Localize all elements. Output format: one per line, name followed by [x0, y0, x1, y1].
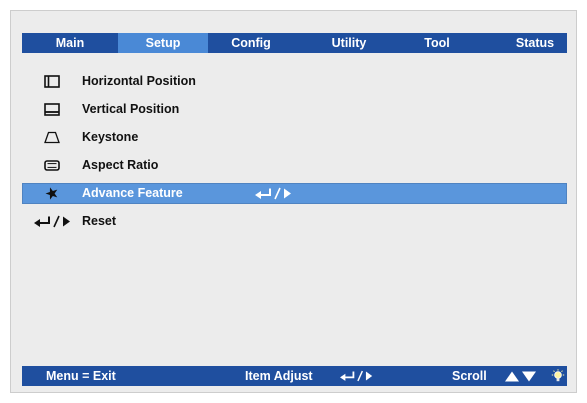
menu-item-aspect-ratio[interactable]: Aspect Ratio: [22, 155, 567, 176]
menu-item-label: Reset: [82, 214, 117, 228]
menu-item-keystone[interactable]: Keystone: [22, 127, 567, 148]
enter-right-icon: [340, 370, 374, 382]
osd-menu-panel: Main Setup Config Utility Tool Status Ho…: [10, 10, 577, 393]
menu-item-label: Vertical Position: [82, 102, 180, 116]
enter-right-icon: [255, 187, 293, 200]
footer-bar: Menu = Exit Item Adjust Scroll: [22, 366, 567, 386]
menu-item-label: Aspect Ratio: [82, 158, 159, 172]
horizontal-position-icon: [44, 75, 60, 88]
menu-list: Horizontal Position Vertical Position Ke…: [22, 71, 567, 239]
menu-item-horizontal-position[interactable]: Horizontal Position: [22, 71, 567, 92]
menu-item-vertical-position[interactable]: Vertical Position: [22, 99, 567, 120]
tab-tool[interactable]: Tool: [404, 33, 470, 53]
keystone-icon: [44, 131, 60, 144]
menu-item-advance-feature[interactable]: Advance Feature: [22, 183, 567, 204]
tab-bar: Main Setup Config Utility Tool Status: [22, 33, 567, 53]
lamp-icon: [551, 369, 565, 383]
menu-item-label: Advance Feature: [82, 186, 183, 200]
menu-item-label: Keystone: [82, 130, 139, 144]
tab-utility[interactable]: Utility: [294, 33, 404, 53]
tab-setup[interactable]: Setup: [118, 33, 208, 53]
vertical-position-icon: [44, 103, 60, 116]
scroll-hint: Scroll: [452, 369, 487, 383]
menu-item-reset[interactable]: Reset: [22, 211, 567, 232]
tab-config[interactable]: Config: [208, 33, 294, 53]
aspect-ratio-icon: [44, 159, 60, 172]
tab-status[interactable]: Status: [503, 33, 567, 53]
tab-main[interactable]: Main: [22, 33, 118, 53]
exit-hint: Menu = Exit: [46, 369, 116, 383]
item-adjust-hint: Item Adjust: [245, 369, 313, 383]
enter-right-icon: [33, 215, 73, 228]
menu-item-label: Horizontal Position: [82, 74, 196, 88]
advance-feature-icon: [44, 187, 60, 200]
up-down-arrows-icon: [505, 371, 537, 382]
